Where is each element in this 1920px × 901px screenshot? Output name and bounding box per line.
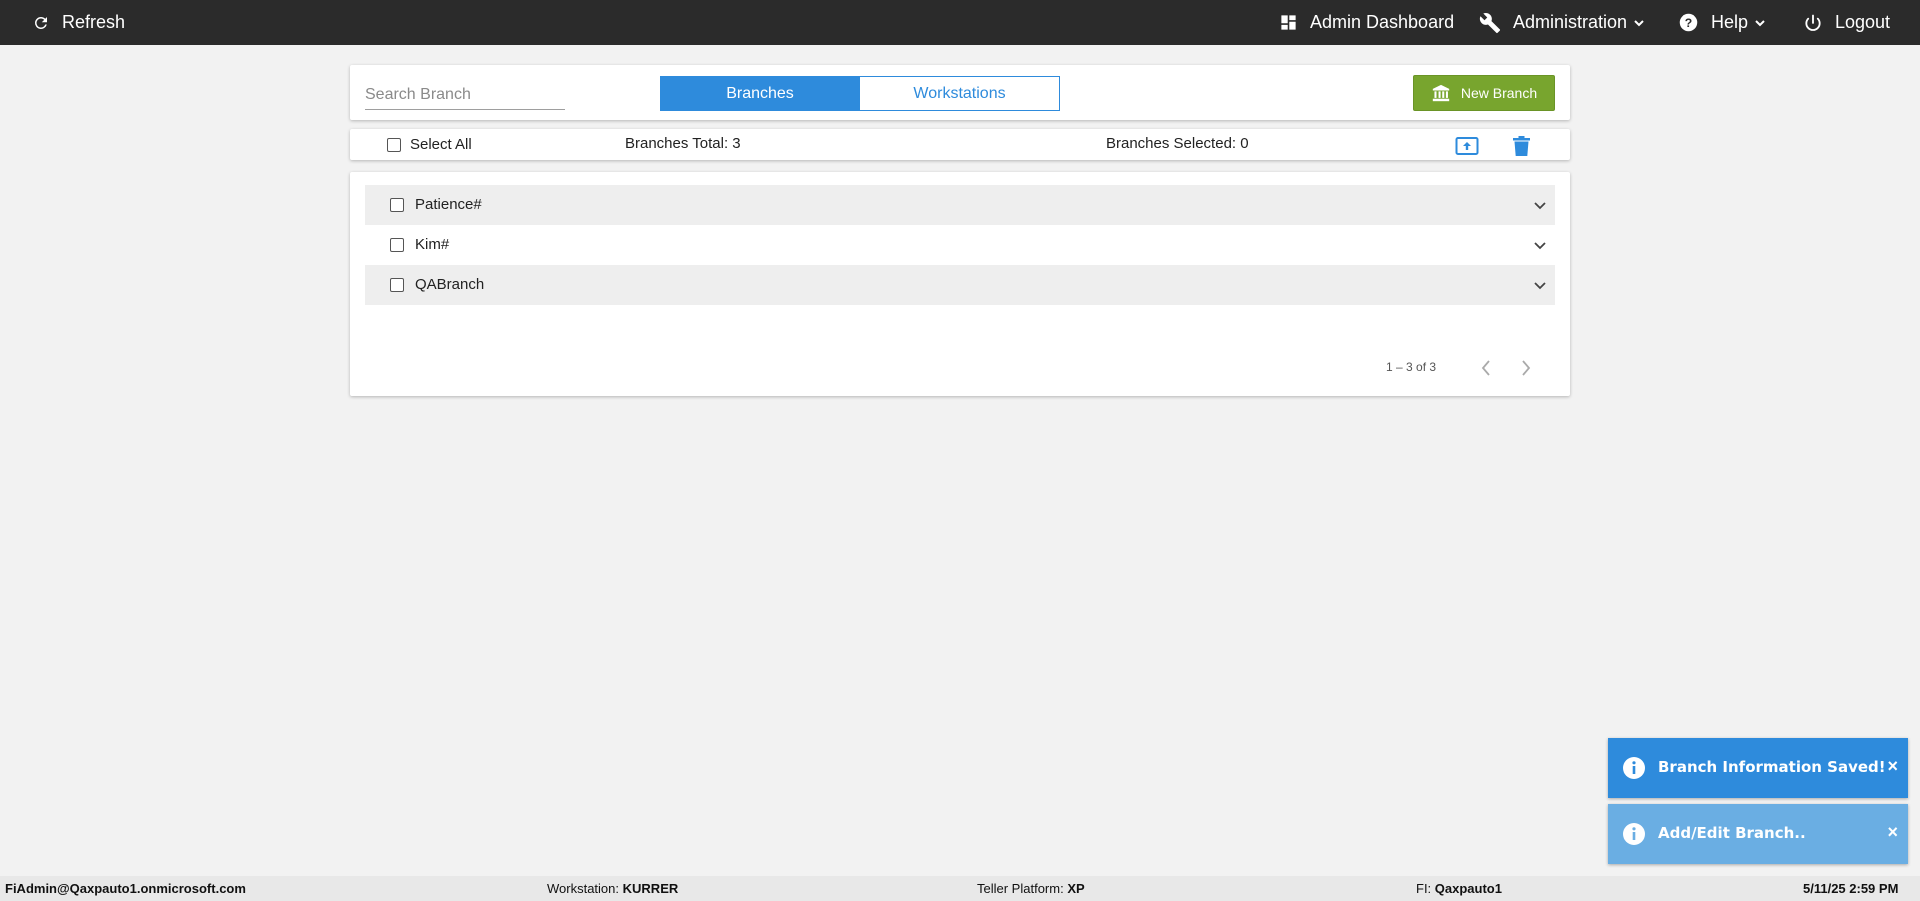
previous-page-button[interactable]	[1480, 358, 1492, 378]
info-icon	[1622, 822, 1646, 846]
help-menu[interactable]: ? Help	[1678, 0, 1766, 45]
chevron-down-icon[interactable]	[1533, 279, 1547, 291]
logout-button[interactable]: Logout	[1803, 0, 1890, 45]
row-checkbox[interactable]	[390, 198, 404, 212]
toast-notification: Branch Information Saved! ×	[1608, 738, 1908, 798]
toast-message: Add/Edit Branch..	[1658, 824, 1806, 842]
top-nav-bar: Refresh Admin Dashboard Administration ?…	[0, 0, 1920, 45]
row-checkbox[interactable]	[390, 278, 404, 292]
chevron-down-icon	[1633, 17, 1645, 29]
toast-notification: Add/Edit Branch.. ×	[1608, 804, 1908, 864]
admin-dashboard-link[interactable]: Admin Dashboard	[1279, 0, 1454, 45]
svg-text:?: ?	[1685, 16, 1692, 30]
branch-name: QABranch	[415, 276, 485, 293]
refresh-label: Refresh	[62, 12, 126, 32]
branch-row[interactable]: Kim#	[365, 225, 1555, 265]
selection-bar	[350, 129, 1570, 160]
branch-name: Patience#	[415, 196, 482, 213]
pagination-range: 1 – 3 of 3	[1386, 360, 1437, 374]
new-branch-button[interactable]: New Branch	[1413, 75, 1555, 111]
status-datetime: 5/11/25 2:59 PM	[1803, 881, 1899, 896]
status-fi: FI: Qaxpauto1	[1416, 881, 1502, 896]
toast-message: Branch Information Saved!	[1658, 758, 1886, 776]
status-user: FiAdmin@Qaxpauto1.onmicrosoft.com	[5, 881, 246, 896]
branch-row[interactable]: QABranch	[365, 265, 1555, 305]
bank-icon	[1431, 84, 1451, 102]
chevron-down-icon	[1754, 17, 1766, 29]
dashboard-icon	[1279, 13, 1298, 32]
branch-name: Kim#	[415, 236, 450, 253]
branch-row[interactable]: Patience#	[365, 185, 1555, 225]
tab-workstations[interactable]: Workstations	[859, 76, 1060, 111]
help-label: Help	[1711, 12, 1749, 32]
refresh-icon	[32, 14, 50, 32]
wrench-icon	[1479, 12, 1501, 34]
admin-dashboard-label: Admin Dashboard	[1310, 12, 1455, 32]
logout-label: Logout	[1835, 12, 1891, 32]
new-branch-label: New Branch	[1460, 85, 1538, 101]
tab-branches[interactable]: Branches	[660, 76, 860, 111]
info-icon	[1622, 756, 1646, 780]
chevron-down-icon[interactable]	[1533, 239, 1547, 251]
trash-icon[interactable]	[1513, 136, 1530, 156]
status-workstation: Workstation: KURRER	[547, 881, 679, 896]
upload-box-icon[interactable]	[1455, 136, 1479, 156]
close-icon[interactable]: ×	[1887, 822, 1898, 843]
status-bar: FiAdmin@Qaxpauto1.onmicrosoft.com Workst…	[0, 876, 1920, 901]
search-input[interactable]	[365, 80, 565, 110]
administration-menu[interactable]: Administration	[1479, 0, 1645, 45]
next-page-button[interactable]	[1520, 358, 1532, 378]
select-all-checkbox[interactable]	[387, 138, 401, 152]
refresh-button[interactable]: Refresh	[32, 0, 125, 45]
power-icon	[1803, 13, 1823, 33]
chevron-down-icon[interactable]	[1533, 199, 1547, 211]
row-checkbox[interactable]	[390, 238, 404, 252]
close-icon[interactable]: ×	[1887, 756, 1898, 777]
branches-selected-label: Branches Selected: 0	[1106, 135, 1249, 152]
administration-label: Administration	[1513, 12, 1628, 32]
status-platform: Teller Platform: XP	[977, 881, 1085, 896]
select-all-label: Select All	[410, 136, 472, 153]
branches-total-label: Branches Total: 3	[625, 135, 741, 152]
help-circle-icon: ?	[1678, 12, 1699, 33]
